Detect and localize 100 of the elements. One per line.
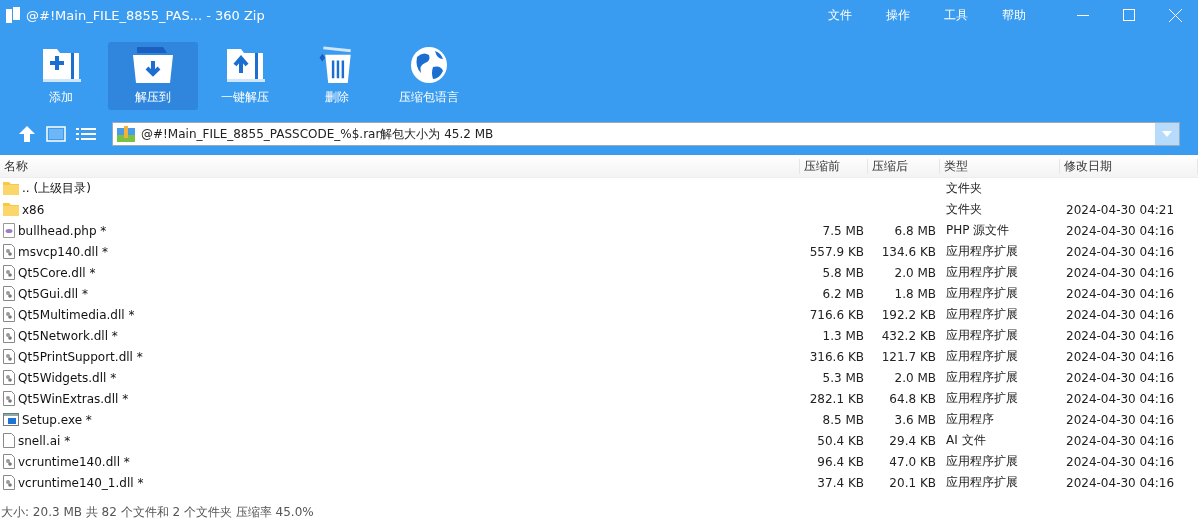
file-name[interactable]: Qt5Core.dll * [0, 265, 800, 280]
minimize-icon[interactable] [1077, 14, 1089, 16]
dll-file-icon [3, 370, 15, 385]
file-type: PHP 源文件 [945, 222, 1011, 239]
modified-date: 2024-04-30 04:16 [1065, 454, 1176, 469]
column-header[interactable]: 修改日期 [1060, 158, 1198, 174]
file-type: 应用程序扩展 [945, 243, 1019, 260]
file-type: AI 文件 [945, 432, 987, 449]
dll-file-icon [3, 265, 15, 280]
file-type: 应用程序扩展 [945, 285, 1019, 302]
program-window-icon [3, 413, 19, 426]
compressed-size: 432.2 KB [880, 328, 937, 343]
dll-file-icon [3, 454, 15, 469]
file-name[interactable]: Qt5PrintSupport.dll * [0, 349, 800, 364]
file-type: 应用程序扩展 [945, 390, 1019, 407]
modified-date: 2024-04-30 04:21 [1065, 202, 1176, 217]
original-size: 282.1 KB [808, 391, 865, 406]
file-name[interactable]: Qt5WinExtras.dll * [0, 391, 800, 406]
file-icon [3, 433, 15, 448]
original-size: 7.5 MB [821, 223, 865, 238]
toolbar-button[interactable]: 解压到 [108, 42, 198, 110]
dll-file-icon [3, 391, 15, 406]
file-type: 文件夹 [945, 180, 983, 197]
modified-date: 2024-04-30 04:16 [1065, 475, 1176, 490]
modified-date: 2024-04-30 04:16 [1065, 286, 1176, 301]
column-header[interactable]: 压缩前 [800, 158, 868, 174]
compressed-size: 29.4 KB [888, 433, 937, 448]
modified-date: 2024-04-30 04:16 [1065, 391, 1176, 406]
maximize-icon[interactable] [1123, 9, 1135, 21]
file-name[interactable]: x86 [0, 202, 800, 217]
folder-icon [3, 182, 19, 195]
archive-icon [117, 126, 135, 142]
dll-file-icon [3, 475, 15, 490]
php-file-icon [3, 223, 15, 238]
file-name[interactable]: .. (上级目录) [0, 180, 800, 197]
up-arrow-icon[interactable] [18, 125, 36, 143]
dll-file-icon [3, 349, 15, 364]
compressed-size: 47.0 KB [888, 454, 937, 469]
column-header[interactable]: 类型 [940, 158, 1060, 174]
file-name[interactable]: snell.ai * [0, 433, 800, 448]
compressed-size: 3.6 MB [893, 412, 937, 427]
original-size: 50.4 KB [816, 433, 865, 448]
file-name[interactable]: Qt5Widgets.dll * [0, 370, 800, 385]
close-icon[interactable] [1168, 8, 1182, 22]
compressed-size: 192.2 KB [880, 307, 937, 322]
compressed-size: 121.7 KB [880, 349, 937, 364]
modified-date: 2024-04-30 04:16 [1065, 412, 1176, 427]
modified-date: 2024-04-30 04:16 [1065, 223, 1176, 238]
compressed-size: 134.6 KB [880, 244, 937, 259]
file-name[interactable]: bullhead.php * [0, 223, 800, 238]
column-header[interactable]: 压缩后 [868, 158, 940, 174]
address-field[interactable]: @#!Main_FILE_8855_PASSCODE_%$.rar解包大小为 45.2 MB [112, 122, 1180, 146]
modified-date: 2024-04-30 04:16 [1065, 433, 1176, 448]
original-size: 37.4 KB [816, 475, 865, 490]
file-type: 应用程序扩展 [945, 474, 1019, 491]
modified-date: 2024-04-30 04:16 [1065, 328, 1176, 343]
file-type: 文件夹 [945, 201, 983, 218]
original-size: 5.8 MB [821, 265, 865, 280]
list-view-icon[interactable] [76, 127, 96, 141]
app-logo-icon [6, 7, 20, 23]
modified-date: 2024-04-30 04:16 [1065, 244, 1176, 259]
status-text: 大小: 20.3 MB 共 82 个文件和 2 个文件夹 压缩率 45.0% [0, 504, 315, 521]
file-type: 应用程序扩展 [945, 306, 1019, 323]
original-size: 716.6 KB [808, 307, 865, 322]
dll-file-icon [3, 244, 15, 259]
file-type: 应用程序扩展 [945, 327, 1019, 344]
file-name[interactable]: vcruntime140_1.dll * [0, 475, 800, 490]
compressed-size: 20.1 KB [888, 475, 937, 490]
file-type: 应用程序扩展 [945, 264, 1019, 281]
globe-icon [409, 45, 449, 85]
compressed-size: 2.0 MB [893, 370, 937, 385]
file-type: 应用程序扩展 [945, 369, 1019, 386]
original-size: 8.5 MB [821, 412, 865, 427]
original-size: 316.6 KB [808, 349, 865, 364]
folder-icon [3, 203, 19, 216]
file-name[interactable]: vcruntime140.dll * [0, 454, 800, 469]
original-size: 1.3 MB [821, 328, 865, 343]
window-title: @#!Main_FILE_8855_PAS... - 360 Zip [26, 7, 266, 23]
file-name[interactable]: Setup.exe * [0, 412, 800, 427]
compressed-size: 6.8 MB [893, 223, 937, 238]
original-size: 96.4 KB [816, 454, 865, 469]
modified-date: 2024-04-30 04:16 [1065, 370, 1176, 385]
file-name[interactable]: msvcp140.dll * [0, 244, 800, 259]
file-type: 应用程序 [945, 411, 995, 428]
compressed-size: 64.8 KB [888, 391, 937, 406]
original-size: 6.2 MB [821, 286, 865, 301]
file-type: 应用程序扩展 [945, 348, 1019, 365]
compressed-size: 1.8 MB [893, 286, 937, 301]
compressed-size: 2.0 MB [893, 265, 937, 280]
dll-file-icon [3, 286, 15, 301]
modified-date: 2024-04-30 04:16 [1065, 349, 1176, 364]
dll-file-icon [3, 328, 15, 343]
modified-date: 2024-04-30 04:16 [1065, 265, 1176, 280]
file-name[interactable]: Qt5Network.dll * [0, 328, 800, 343]
original-size: 5.3 MB [821, 370, 865, 385]
file-type: 应用程序扩展 [945, 453, 1019, 470]
file-name[interactable]: Qt5Gui.dll * [0, 286, 800, 301]
file-name[interactable]: Qt5Multimedia.dll * [0, 307, 800, 322]
column-header[interactable]: 名称 [0, 158, 800, 174]
thumbnail-view-icon[interactable] [46, 126, 66, 142]
